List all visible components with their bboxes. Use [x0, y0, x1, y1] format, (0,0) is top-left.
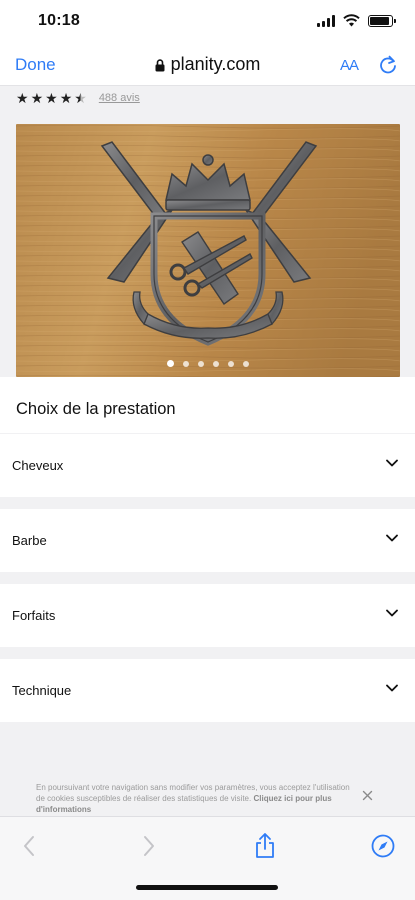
carousel-dot[interactable] — [167, 360, 174, 367]
category-label: Barbe — [12, 533, 47, 548]
category-technique[interactable]: Technique — [0, 659, 415, 722]
reload-icon[interactable] — [378, 54, 398, 76]
carousel-dot[interactable] — [243, 360, 249, 367]
star-icon: ★ — [59, 90, 73, 106]
carousel-dot[interactable] — [213, 360, 219, 367]
category-label: Forfaits — [12, 608, 56, 623]
cellular-signal-icon — [317, 14, 335, 27]
chevron-down-icon — [386, 459, 398, 467]
status-icons — [317, 14, 396, 27]
star-icon: ★ — [30, 90, 44, 106]
battery-level — [370, 16, 389, 25]
lock-icon — [155, 59, 165, 72]
back-icon[interactable] — [22, 835, 36, 857]
forward-icon[interactable] — [142, 835, 156, 857]
star-rating: ★ ★ ★ ★ ★ — [16, 91, 87, 105]
rating-row: ★ ★ ★ ★ ★ 488 avis — [16, 88, 140, 108]
category-cheveux[interactable]: Cheveux — [0, 434, 415, 497]
carousel-dot[interactable] — [183, 360, 189, 367]
category-forfaits[interactable]: Forfaits — [0, 584, 415, 647]
carousel-dot[interactable] — [198, 360, 204, 367]
text-size-button[interactable]: AA — [340, 57, 359, 74]
page-content: ★ ★ ★ ★ ★ 488 avis Choix de la prestatio… — [0, 86, 415, 816]
wifi-icon — [343, 14, 360, 27]
close-icon[interactable] — [362, 790, 373, 801]
compass-icon[interactable] — [371, 834, 395, 858]
carousel-dot[interactable] — [228, 360, 234, 367]
browser-bar: Done planity.com AA — [0, 44, 415, 86]
share-icon[interactable] — [254, 831, 276, 859]
chevron-down-icon — [386, 534, 398, 542]
chevron-down-icon — [386, 684, 398, 692]
status-bar: 10:18 — [0, 0, 415, 44]
category-label: Technique — [12, 683, 72, 698]
status-time: 10:18 — [38, 12, 80, 29]
text-size-label: AA — [340, 57, 359, 74]
salon-photo-carousel[interactable] — [16, 124, 400, 377]
star-icon: ★ — [45, 90, 58, 106]
battery-icon — [368, 14, 396, 27]
reviews-link[interactable]: 488 avis — [99, 92, 140, 104]
star-icon: ★ — [74, 90, 87, 106]
barber-crest-photo — [16, 124, 400, 377]
category-label: Cheveux — [12, 458, 64, 473]
home-indicator — [136, 885, 278, 890]
carousel-dots[interactable] — [16, 360, 400, 367]
chevron-down-icon — [386, 609, 398, 617]
category-barbe[interactable]: Barbe — [0, 509, 415, 572]
url-text: planity.com — [170, 54, 261, 74]
cookie-banner: En poursuivant votre navigation sans mod… — [36, 783, 354, 815]
star-icon: ★ — [16, 90, 29, 106]
section-title: Choix de la prestation — [16, 400, 176, 418]
